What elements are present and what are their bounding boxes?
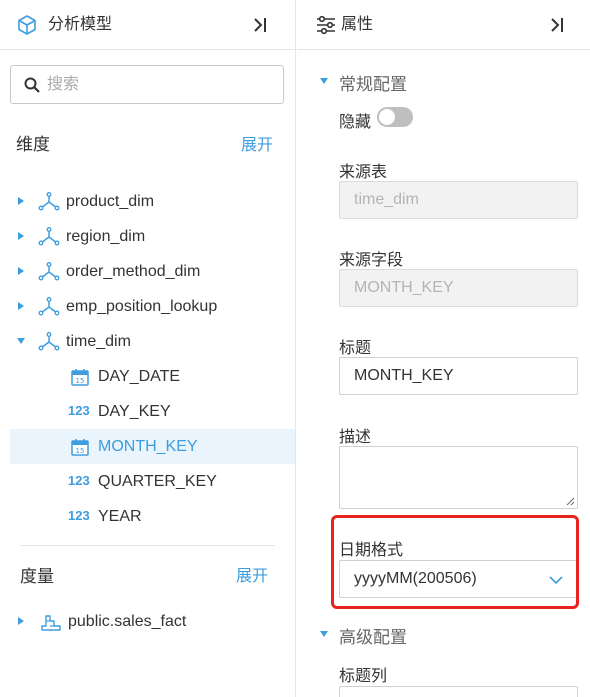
caret-down-icon[interactable] (16, 336, 26, 346)
hidden-label: 隐藏 (339, 114, 372, 131)
tree-item-label: emp_position_lookup (66, 298, 218, 315)
cube-icon (18, 15, 36, 35)
model-panel-title: 分析模型 (48, 16, 113, 33)
source-table-input (354, 182, 569, 218)
field-item-year[interactable]: 123 YEAR (10, 499, 295, 534)
calendar-icon: 15 (71, 439, 89, 456)
caret-down-icon[interactable] (319, 76, 329, 86)
dimensions-expand-link[interactable]: 展开 (241, 131, 273, 155)
field-item-label: DAY_DATE (98, 368, 181, 385)
toggle-knob (379, 109, 395, 125)
search-box[interactable] (10, 65, 284, 104)
properties-panel: 属性 常规配置 隐藏 来源表 来源字段 标题 描述 日期格式 yyyyMM(20… (297, 0, 590, 697)
sliders-icon (317, 15, 335, 35)
field-item-quarter-key[interactable]: 123 QUARTER_KEY (10, 464, 295, 499)
dimensions-title: 维度 (16, 135, 50, 154)
tree-item-order-method-dim[interactable]: order_method_dim (10, 254, 295, 289)
caption-column-label: 标题列 (339, 668, 388, 685)
dimension-icon (38, 262, 60, 281)
caret-right-icon[interactable] (16, 196, 26, 206)
hidden-toggle[interactable] (377, 107, 413, 127)
partial-tree-row (66, 164, 126, 174)
collapse-right-icon[interactable] (548, 15, 568, 35)
tree-item-product-dim[interactable]: product_dim (10, 184, 295, 219)
source-table-field (339, 181, 578, 219)
measures-title: 度量 (20, 567, 54, 586)
tree-item-label: order_method_dim (66, 263, 201, 280)
tree-item-time-dim[interactable]: time_dim (10, 324, 295, 359)
field-item-day-key[interactable]: 123 DAY_KEY (10, 394, 295, 429)
advanced-section-title[interactable]: 高级配置 (339, 623, 407, 648)
dimension-icon (38, 332, 60, 351)
measure-icon (41, 615, 61, 631)
field-item-label: QUARTER_KEY (98, 473, 217, 490)
date-format-label: 日期格式 (339, 542, 404, 559)
description-textarea[interactable] (354, 453, 569, 503)
measures-expand-link[interactable]: 展开 (236, 562, 268, 586)
field-item-day-date[interactable]: 15 DAY_DATE (10, 359, 295, 394)
source-field-label: 来源字段 (339, 252, 404, 269)
model-panel-header: 分析模型 (0, 0, 295, 50)
description-field[interactable] (339, 446, 578, 509)
caption-input[interactable] (354, 358, 569, 394)
date-format-value: yyyyMM(200506) (354, 570, 477, 587)
caret-down-icon[interactable] (319, 629, 329, 639)
number-123-icon: 123 (68, 403, 90, 418)
caret-right-icon[interactable] (16, 266, 26, 276)
tree-item-emp-position-lookup[interactable]: emp_position_lookup (10, 289, 295, 324)
caption-label: 标题 (339, 340, 372, 357)
caption-field[interactable] (339, 357, 578, 395)
model-panel: 分析模型 维度 展开 product_dim region_dim order_… (0, 0, 296, 697)
field-item-label: YEAR (98, 508, 142, 525)
section-divider (20, 545, 275, 546)
properties-panel-title: 属性 (341, 16, 374, 33)
dimension-icon (38, 227, 60, 246)
caret-right-icon[interactable] (16, 616, 26, 626)
svg-text:15: 15 (76, 377, 85, 385)
number-123-icon: 123 (68, 473, 90, 488)
caret-right-icon[interactable] (16, 301, 26, 311)
tree-item-region-dim[interactable]: region_dim (10, 219, 295, 254)
caret-right-icon[interactable] (16, 231, 26, 241)
general-section-title[interactable]: 常规配置 (339, 70, 407, 95)
source-field-field (339, 269, 578, 307)
properties-panel-header: 属性 (297, 0, 590, 50)
source-table-label: 来源表 (339, 164, 388, 181)
description-label: 描述 (339, 429, 372, 446)
dimension-icon (38, 297, 60, 316)
source-field-input (354, 270, 569, 306)
calendar-icon: 15 (71, 369, 89, 386)
dimension-icon (38, 192, 60, 211)
search-icon (24, 77, 40, 93)
collapse-right-icon[interactable] (251, 15, 271, 35)
number-123-icon: 123 (68, 508, 90, 523)
field-item-label: DAY_KEY (98, 403, 171, 420)
tree-item-label: time_dim (66, 333, 131, 350)
chevron-down-icon[interactable] (549, 573, 563, 587)
resize-grip-icon[interactable] (565, 496, 575, 506)
search-input[interactable] (47, 72, 267, 98)
caption-column-field[interactable] (339, 686, 578, 697)
tree-item-sales-fact[interactable]: public.sales_fact (10, 604, 295, 639)
tree-item-label: region_dim (66, 228, 146, 245)
date-format-select[interactable]: yyyyMM(200506) (339, 560, 578, 598)
tree-item-label: public.sales_fact (68, 613, 187, 630)
field-item-month-key[interactable]: 15 MONTH_KEY (10, 429, 295, 464)
tree-item-label: product_dim (66, 193, 155, 210)
field-item-label: MONTH_KEY (98, 438, 198, 455)
svg-text:15: 15 (76, 447, 85, 455)
